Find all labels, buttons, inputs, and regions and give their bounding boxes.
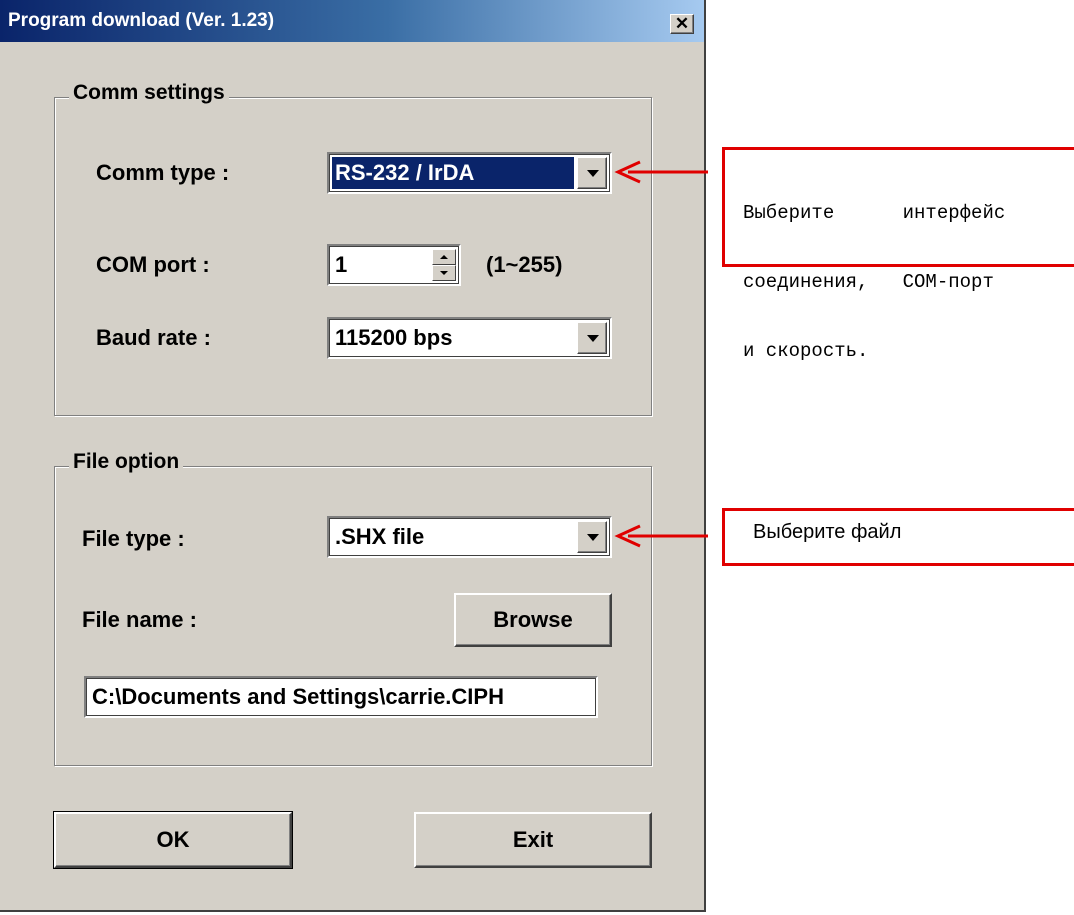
comm-arrow-icon bbox=[614, 160, 708, 184]
annotation-arrows bbox=[614, 160, 708, 548]
file-arrow-icon bbox=[614, 524, 708, 548]
